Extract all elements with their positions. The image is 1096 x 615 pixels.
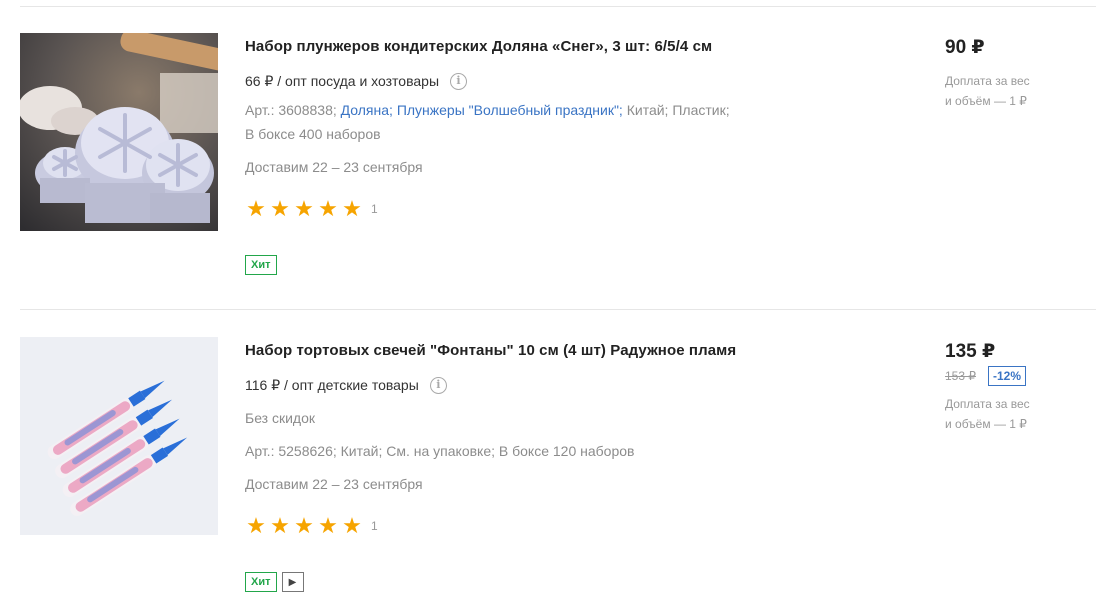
review-count[interactable]: 1: [371, 202, 378, 216]
weight-surcharge-line1: Доплата за вес: [945, 397, 1030, 411]
review-count[interactable]: 1: [371, 519, 378, 533]
play-icon[interactable]: ▶: [281, 572, 304, 592]
star-icon: ★: [246, 513, 266, 538]
info-circle-icon[interactable]: i: [429, 376, 447, 394]
rating[interactable]: ★ ★ ★ ★ ★ 1: [245, 513, 885, 538]
star-icon: ★: [294, 513, 314, 538]
price: 90 ₽: [945, 37, 985, 58]
weight-surcharge-line1: Доплата за вес: [945, 74, 1030, 88]
top-divider: [20, 6, 1096, 7]
product-divider: [20, 309, 1096, 310]
weight-surcharge: Доплата за вес и объём — 1 ₽: [945, 394, 1045, 434]
no-discount-note: Без скидок: [245, 410, 315, 426]
product-title[interactable]: Набор тортовых свечей "Фонтаны" 10 см (4…: [245, 341, 885, 361]
wholesale-price: 66 ₽ / опт посуда и хозтовары i: [245, 71, 885, 91]
product-card: Набор плунжеров кондитерских Доляна «Сне…: [20, 33, 1096, 293]
star-icon: ★: [294, 196, 314, 221]
product-image[interactable]: [20, 33, 218, 231]
rating[interactable]: ★ ★ ★ ★ ★ 1: [245, 196, 885, 221]
star-icon: ★: [342, 196, 362, 221]
series-link[interactable]: Плунжеры "Волшебный праздник";: [397, 102, 623, 118]
delivery-date: Доставим 22 – 23 сентября: [245, 476, 423, 492]
star-icon: ★: [270, 196, 290, 221]
wholesale-price: 116 ₽ / опт детские товары i: [245, 375, 885, 395]
article-number: Арт.: 3608838;: [245, 102, 337, 118]
price-block: 135 ₽ 153 ₽ -12% Доплата за вес и объём …: [945, 340, 1075, 434]
plunger-snowflake-image: [20, 33, 218, 231]
badges: Хит ▶: [245, 572, 885, 592]
old-price-row: 153 ₽ -12%: [945, 366, 1075, 386]
attributes-tail: Китай; Пластик;: [626, 102, 730, 118]
product-image[interactable]: [20, 337, 218, 535]
product-attributes: Арт.: 5258626; Китай; См. на упаковке; В…: [245, 443, 635, 459]
hit-badge: Хит: [245, 255, 277, 275]
badges: Хит: [245, 255, 885, 275]
star-icon: ★: [318, 513, 338, 538]
product-info: Набор тортовых свечей "Фонтаны" 10 см (4…: [245, 341, 885, 592]
star-icon: ★: [270, 513, 290, 538]
box-quantity: В боксе 400 наборов: [245, 126, 381, 142]
old-price: 153 ₽: [945, 369, 976, 383]
wholesale-price-text: 116 ₽ / опт детские товары: [245, 377, 419, 393]
wholesale-price-text: 66 ₽ / опт посуда и хозтовары: [245, 73, 440, 89]
brand-link[interactable]: Доляна;: [341, 102, 393, 118]
star-icon: ★: [342, 513, 362, 538]
info-circle-icon[interactable]: i: [450, 72, 468, 90]
delivery-date: Доставим 22 – 23 сентября: [245, 159, 423, 175]
discount-badge: -12%: [988, 366, 1027, 386]
price-block: 90 ₽ Доплата за вес и объём — 1 ₽: [945, 36, 1075, 111]
candles-image: [20, 337, 218, 535]
product-title[interactable]: Набор плунжеров кондитерских Доляна «Сне…: [245, 37, 885, 57]
product-card: Набор тортовых свечей "Фонтаны" 10 см (4…: [20, 337, 1096, 607]
price: 135 ₽: [945, 341, 996, 362]
product-info: Набор плунжеров кондитерских Доляна «Сне…: [245, 37, 885, 275]
hit-badge: Хит: [245, 572, 277, 592]
weight-surcharge-line2: и объём — 1 ₽: [945, 417, 1027, 431]
product-attributes: Арт.: 3608838; Доляна; Плунжеры "Волшебн…: [245, 100, 885, 120]
weight-surcharge: Доплата за вес и объём — 1 ₽: [945, 71, 1045, 111]
weight-surcharge-line2: и объём — 1 ₽: [945, 94, 1027, 108]
star-icon: ★: [246, 196, 266, 221]
star-icon: ★: [318, 196, 338, 221]
